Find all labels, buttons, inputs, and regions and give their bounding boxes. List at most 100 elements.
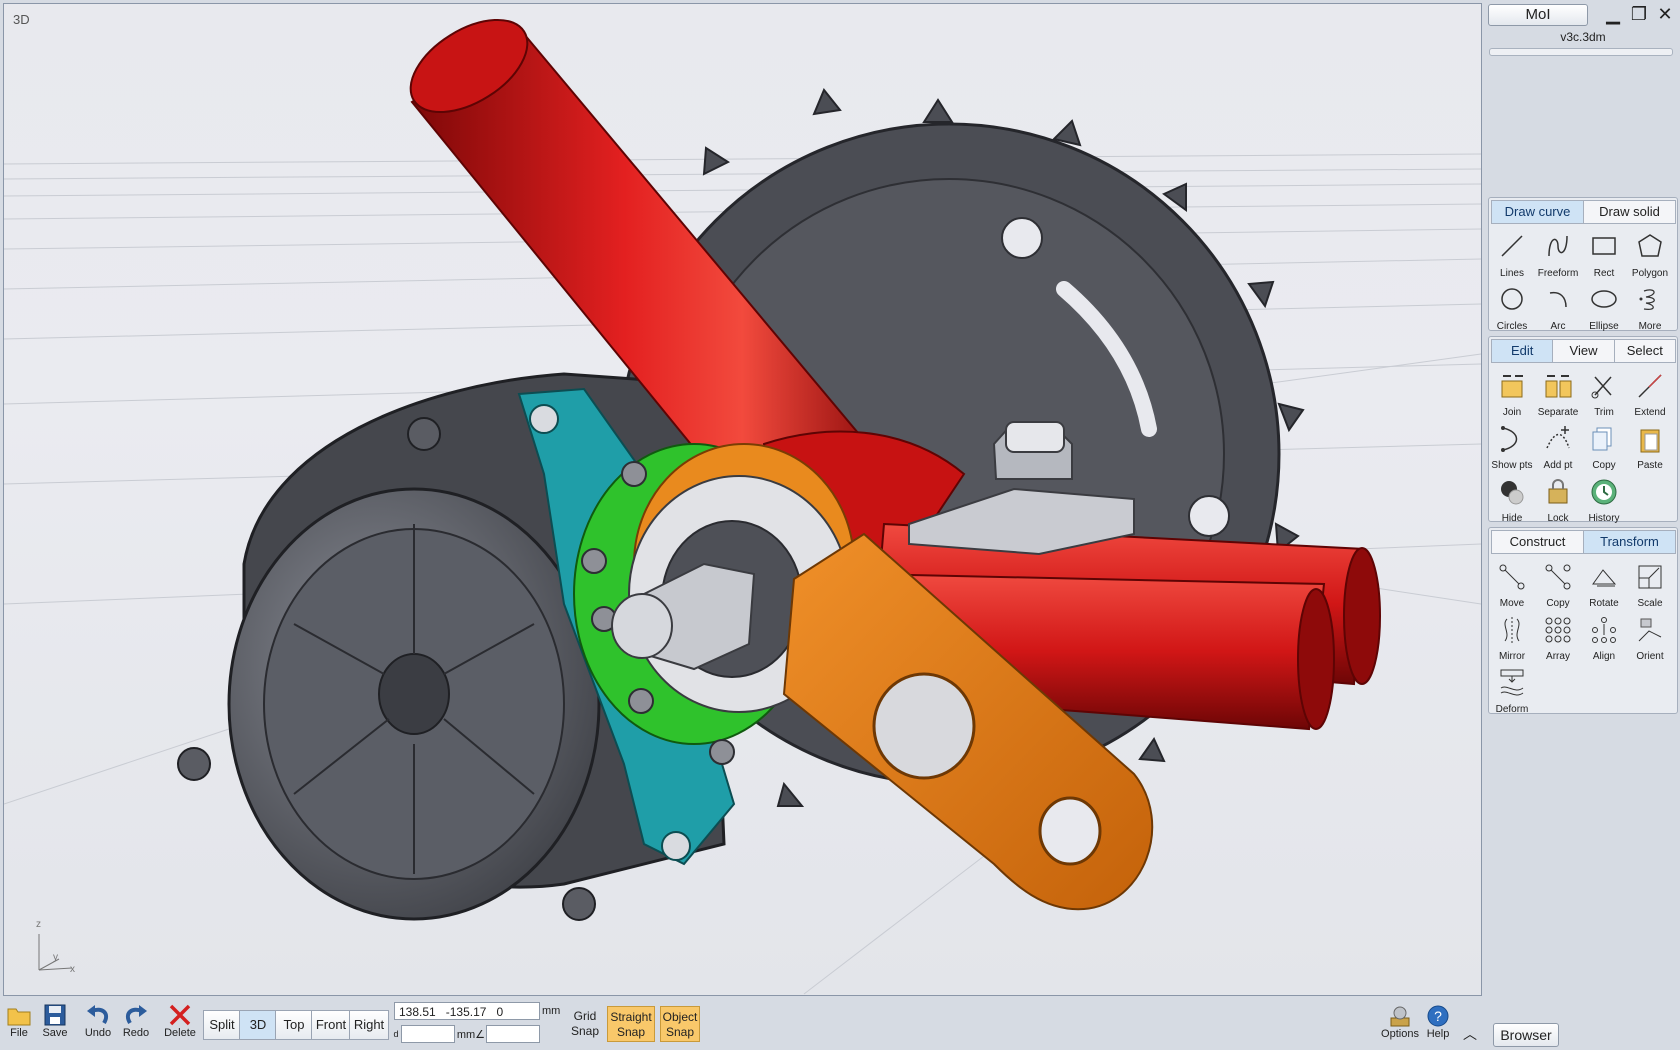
viewport-3d[interactable]: 3D z y x	[3, 3, 1482, 996]
array-icon	[1545, 617, 1571, 643]
axis-y-label: y	[53, 952, 58, 963]
view-3d-button[interactable]: 3D	[239, 1010, 277, 1040]
tool-separate[interactable]: Separate	[1535, 367, 1581, 420]
tab-select[interactable]: Select	[1613, 339, 1676, 363]
tab-transform[interactable]: Transform	[1583, 530, 1676, 554]
tool-lock[interactable]: Lock	[1535, 473, 1581, 526]
arc-icon	[1549, 291, 1567, 308]
tool-lines[interactable]: Lines	[1489, 228, 1535, 281]
chevron-up-icon[interactable]: ︿	[1460, 1024, 1480, 1044]
tool-copy[interactable]: Copy	[1581, 420, 1627, 473]
delete-button[interactable]: Delete	[162, 1003, 198, 1039]
close-icon[interactable]: ✕	[1654, 4, 1676, 24]
rotate-icon	[1592, 569, 1617, 587]
tab-construct[interactable]: Construct	[1491, 530, 1584, 554]
help-button[interactable]: ? Help	[1424, 1004, 1452, 1040]
tool-polygon[interactable]: Polygon	[1627, 228, 1673, 281]
tool-array[interactable]: Array	[1535, 611, 1581, 664]
model-render	[4, 18, 1481, 995]
align-icon	[1592, 617, 1616, 643]
tab-view[interactable]: View	[1552, 339, 1615, 363]
coordinate-input[interactable]: 138.51 -135.17 0	[394, 1002, 540, 1020]
tab-edit[interactable]: Edit	[1491, 339, 1554, 363]
tool-move[interactable]: Move	[1489, 558, 1535, 611]
tool-hide[interactable]: Hide	[1489, 473, 1535, 526]
edit-group: Edit View Select Join Separate Trim Exte…	[1488, 336, 1678, 524]
tool-paste[interactable]: Paste	[1627, 420, 1673, 473]
view-split-button[interactable]: Split	[203, 1010, 241, 1040]
browser-button[interactable]: Browser	[1493, 1023, 1559, 1047]
tool-transform-copy[interactable]: Copy	[1535, 558, 1581, 611]
history-icon	[1591, 479, 1617, 505]
move-icon	[1499, 564, 1525, 590]
circle-icon	[1501, 288, 1523, 310]
view-right-button[interactable]: Right	[349, 1010, 389, 1040]
line-icon	[1501, 235, 1523, 257]
tab-draw-curve[interactable]: Draw curve	[1491, 200, 1584, 224]
tool-rotate[interactable]: Rotate	[1581, 558, 1627, 611]
grid-snap-toggle[interactable]: Grid Snap	[566, 1006, 604, 1042]
tool-orient[interactable]: Orient	[1627, 611, 1673, 664]
maximize-icon[interactable]: ❐	[1628, 4, 1650, 24]
mirror-icon	[1504, 617, 1520, 643]
orient-icon	[1638, 618, 1662, 642]
copy-transform-icon	[1545, 564, 1571, 590]
undo-icon	[87, 1005, 109, 1025]
tool-deform[interactable]: Deform	[1489, 664, 1535, 717]
draw-group: Draw curve Draw solid Lines Freeform Rec…	[1488, 197, 1678, 334]
separate-icon	[1545, 375, 1572, 398]
scale-icon	[1638, 565, 1662, 589]
save-icon	[44, 1004, 66, 1026]
hide-icon	[1501, 481, 1524, 505]
tool-history[interactable]: History	[1581, 473, 1627, 526]
tool-show-pts[interactable]: Show pts	[1489, 420, 1535, 473]
transform-group: Construct Transform Move Copy Rotate Sca…	[1488, 527, 1678, 717]
tab-draw-solid[interactable]: Draw solid	[1583, 200, 1676, 224]
tool-circles[interactable]: Circles	[1489, 281, 1535, 334]
paste-icon	[1640, 429, 1660, 453]
join-icon	[1501, 375, 1523, 398]
save-button[interactable]: Save	[40, 1003, 70, 1039]
minimize-icon[interactable]: ▁	[1602, 4, 1624, 24]
file-button[interactable]: File	[4, 1003, 34, 1039]
tool-extend[interactable]: Extend	[1627, 367, 1673, 420]
lock-icon	[1548, 479, 1568, 504]
tool-arc[interactable]: Arc	[1535, 281, 1581, 334]
axis-x-label: x	[70, 964, 75, 975]
view-top-button[interactable]: Top	[275, 1010, 313, 1040]
undo-button[interactable]: Undo	[82, 1003, 114, 1039]
view-front-button[interactable]: Front	[311, 1010, 351, 1040]
distance-input[interactable]	[401, 1025, 455, 1043]
svg-text:?: ?	[1434, 1008, 1442, 1024]
progress-bar	[1489, 48, 1673, 56]
tool-trim[interactable]: Trim	[1581, 367, 1627, 420]
side-panel: MoI ▁ ❐ ✕ v3c.3dm Draw curve Draw solid …	[1486, 0, 1680, 1050]
help-icon: ?	[1427, 1005, 1449, 1027]
tool-ellipse[interactable]: Ellipse	[1581, 281, 1627, 334]
options-button[interactable]: Options	[1380, 1004, 1420, 1040]
add-point-icon	[1546, 426, 1570, 449]
distance-unit: mm	[456, 1029, 476, 1041]
tool-join[interactable]: Join	[1489, 367, 1535, 420]
tool-scale[interactable]: Scale	[1627, 558, 1673, 611]
redo-button[interactable]: Redo	[120, 1003, 152, 1039]
angle-input[interactable]	[486, 1025, 540, 1043]
spiral-icon	[1639, 289, 1655, 310]
app-menu-button[interactable]: MoI	[1488, 4, 1588, 26]
coordinate-unit: mm	[542, 1005, 561, 1017]
options-icon	[1390, 1006, 1410, 1027]
extend-icon	[1638, 374, 1662, 398]
tool-mirror[interactable]: Mirror	[1489, 611, 1535, 664]
rectangle-icon	[1592, 237, 1616, 255]
object-snap-toggle[interactable]: Object Snap	[660, 1006, 700, 1042]
tool-add-pt[interactable]: Add pt	[1535, 420, 1581, 473]
tool-align[interactable]: Align	[1581, 611, 1627, 664]
angle-label: ∠	[475, 1029, 485, 1041]
tool-more[interactable]: More	[1627, 281, 1673, 334]
ellipse-icon	[1591, 290, 1617, 308]
straight-snap-toggle[interactable]: Straight Snap	[607, 1006, 655, 1042]
tool-rect[interactable]: Rect	[1581, 228, 1627, 281]
show-points-icon	[1501, 426, 1518, 452]
tool-freeform[interactable]: Freeform	[1535, 228, 1581, 281]
filename: v3c.3dm	[1560, 30, 1606, 44]
